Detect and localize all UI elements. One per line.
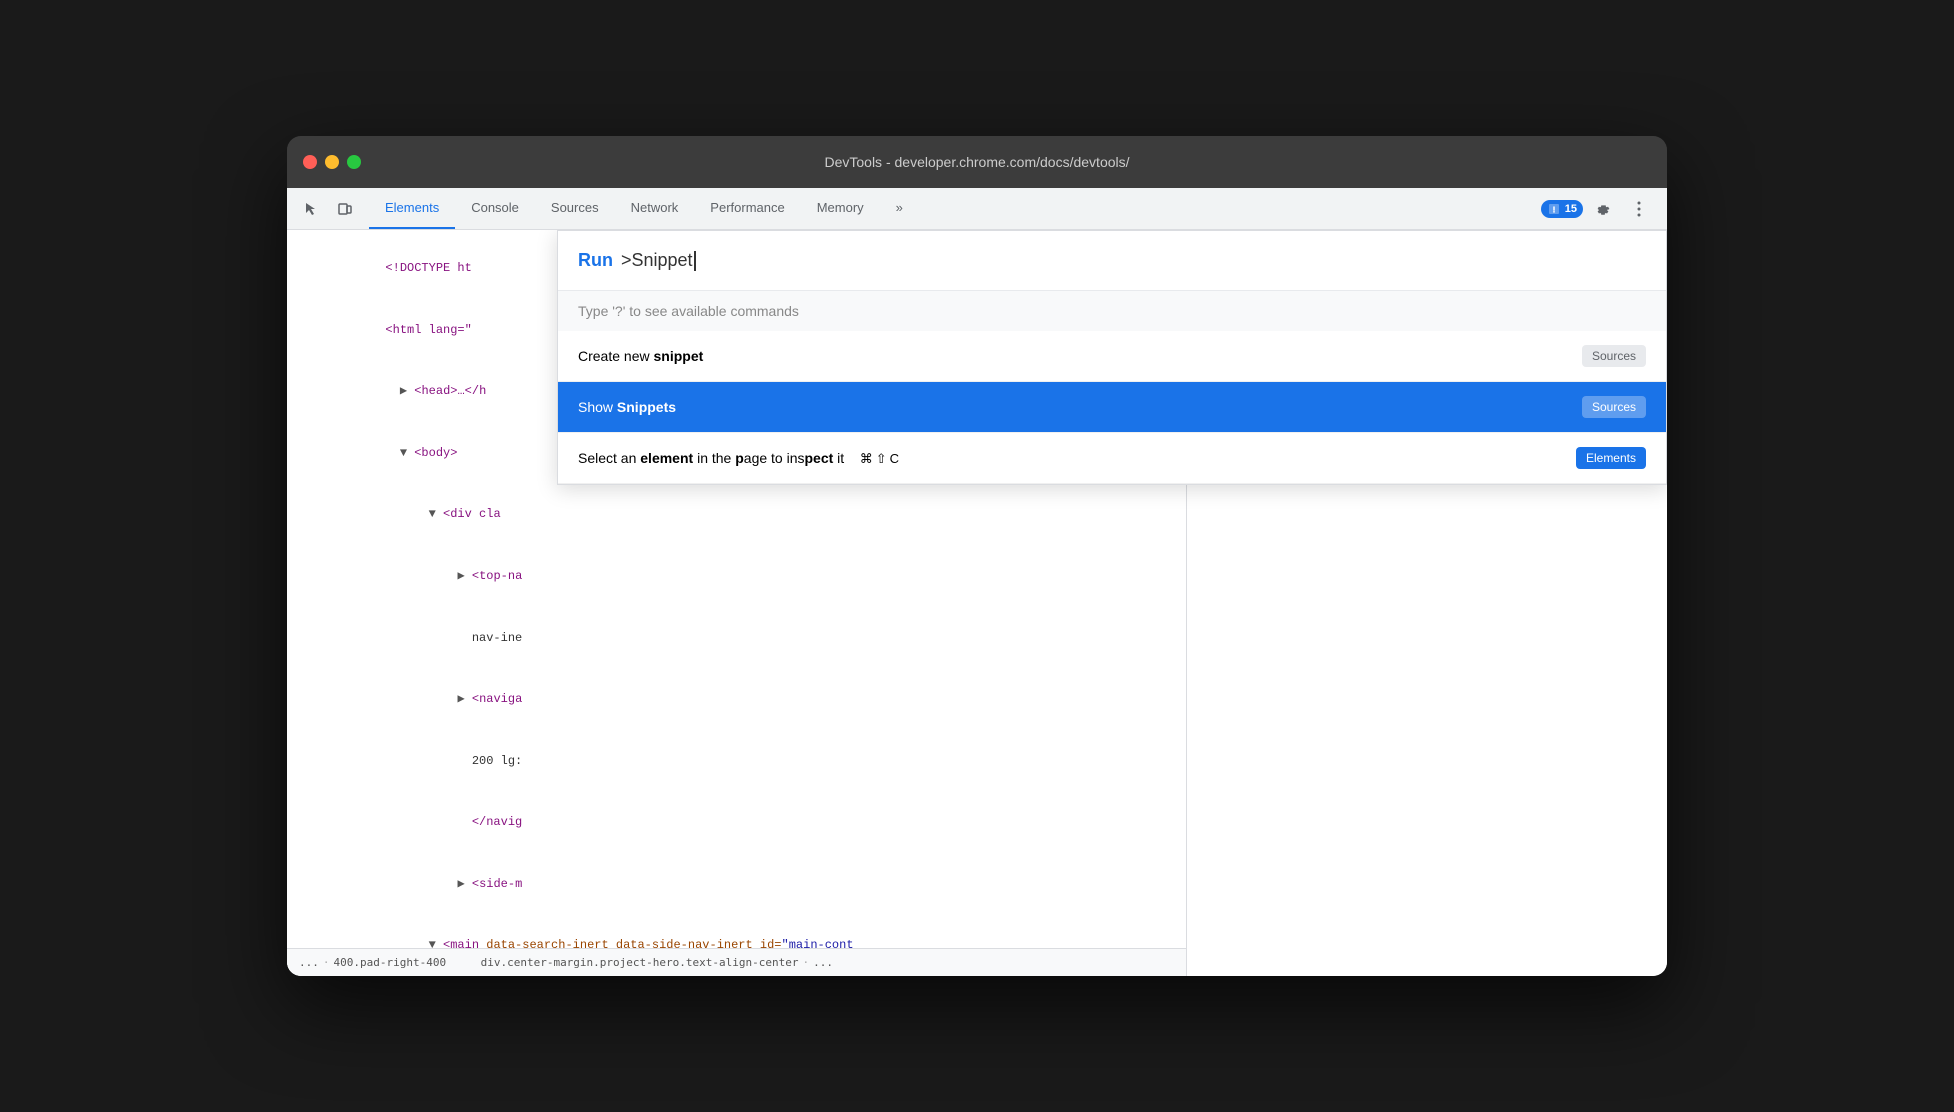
command-result-create-snippet[interactable]: Create new snippet Sources: [558, 331, 1666, 382]
devtools-window: DevTools - developer.chrome.com/docs/dev…: [287, 136, 1667, 976]
tab-network[interactable]: Network: [615, 188, 695, 229]
html-line: </navig: [287, 792, 1186, 854]
breadcrumb-end: ...: [813, 956, 833, 969]
close-button[interactable]: [303, 155, 317, 169]
command-result-show-snippets[interactable]: Show Snippets Sources: [558, 382, 1666, 433]
select-element-icon[interactable]: [295, 193, 327, 225]
result-label-select: Select an element in the page to inspect…: [578, 450, 899, 467]
result-bold-pect: pect: [805, 450, 834, 466]
result-bold-page: p: [735, 450, 744, 466]
tab-elements[interactable]: Elements: [369, 188, 455, 229]
command-result-select-element[interactable]: Select an element in the page to inspect…: [558, 433, 1666, 484]
html-line: ▶ <top-na: [287, 546, 1186, 608]
tab-more[interactable]: »: [880, 188, 919, 229]
more-options-button[interactable]: [1623, 193, 1655, 225]
traffic-lights: [303, 155, 361, 169]
title-bar: DevTools - developer.chrome.com/docs/dev…: [287, 136, 1667, 188]
device-toolbar-icon[interactable]: [329, 193, 361, 225]
toolbar-right: 15: [1533, 188, 1663, 229]
html-line: ▼ <div cla: [287, 484, 1186, 546]
result-badge-sources-2: Sources: [1582, 396, 1646, 418]
command-input-text: >Snippet: [621, 250, 696, 271]
maximize-button[interactable]: [347, 155, 361, 169]
breadcrumb-div[interactable]: div.center-margin.project-hero.text-alig…: [481, 956, 799, 969]
result-bold-snippets: Snippets: [617, 399, 676, 415]
command-hint: Type '?' to see available commands: [558, 291, 1666, 331]
tab-performance[interactable]: Performance: [694, 188, 800, 229]
result-bold-snippet: snippet: [653, 348, 703, 364]
tab-sources[interactable]: Sources: [535, 188, 615, 229]
c-key: C: [890, 451, 899, 466]
cmd-key: ⌘: [860, 451, 873, 467]
breadcrumb-ellipsis: ...: [299, 956, 319, 969]
command-input-row[interactable]: Run >Snippet: [558, 231, 1666, 291]
command-palette: Run >Snippet Type '?' to see available c…: [557, 230, 1667, 485]
html-line: ▶ <side-m: [287, 854, 1186, 916]
minimize-button[interactable]: [325, 155, 339, 169]
html-line: nav-ine: [287, 607, 1186, 669]
result-label-show: Show Snippets: [578, 399, 676, 415]
tab-memory[interactable]: Memory: [801, 188, 880, 229]
settings-button[interactable]: [1587, 193, 1619, 225]
toolbar-left: [291, 188, 369, 229]
devtools-main: <!DOCTYPE ht <html lang=" ▶ <head>…</h ▼…: [287, 230, 1667, 976]
breadcrumb-pad[interactable]: 400.pad-right-400: [334, 956, 447, 969]
keyboard-shortcut: ⌘ ⇧ C: [860, 451, 899, 467]
html-line: ▶ <naviga: [287, 669, 1186, 731]
devtools-toolbar: Elements Console Sources Network Perform…: [287, 188, 1667, 230]
html-line: 200 lg:: [287, 731, 1186, 793]
result-label-create: Create new snippet: [578, 348, 703, 364]
result-badge-elements: Elements: [1576, 447, 1646, 469]
issues-badge[interactable]: 15: [1541, 200, 1583, 218]
breadcrumb-bar: ... · 400.pad-right-400 div.center-margi…: [287, 948, 1186, 976]
window-title: DevTools - developer.chrome.com/docs/dev…: [824, 154, 1129, 170]
html-line: ▼ <main data-search-inert data-side-nav-…: [287, 915, 1186, 948]
devtools-container: Elements Console Sources Network Perform…: [287, 188, 1667, 976]
shift-key: ⇧: [876, 451, 887, 467]
devtools-tabs: Elements Console Sources Network Perform…: [369, 188, 1533, 229]
text-cursor: [694, 251, 696, 271]
command-run-label: Run: [578, 250, 613, 271]
result-badge-sources-1: Sources: [1582, 345, 1646, 367]
command-results: Create new snippet Sources Show Snippets…: [558, 331, 1666, 484]
tab-console[interactable]: Console: [455, 188, 535, 229]
result-bold-element: element: [640, 450, 693, 466]
badge-count: 15: [1565, 203, 1577, 215]
